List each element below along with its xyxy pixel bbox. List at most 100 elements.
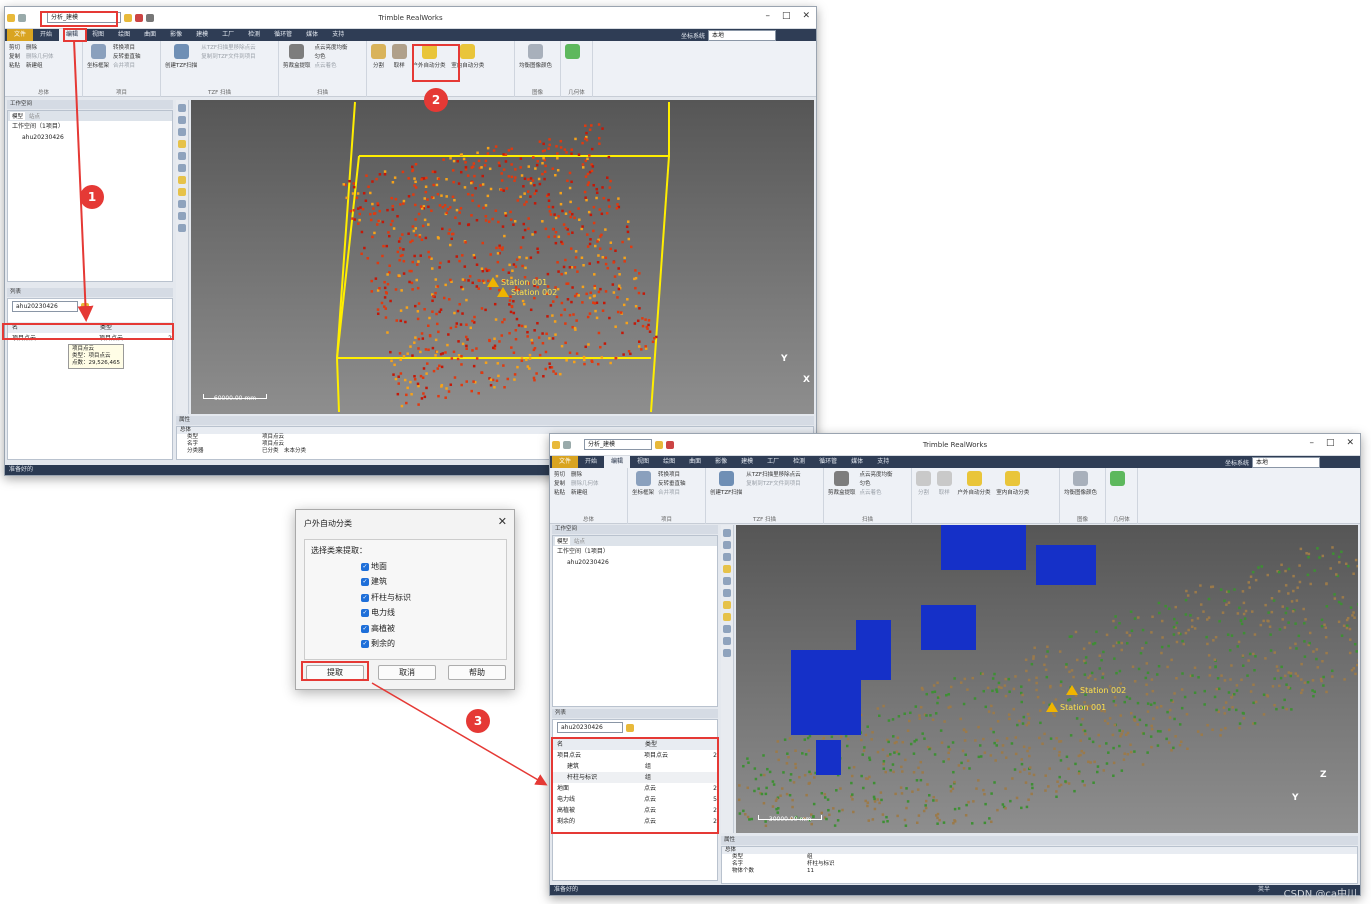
cut-button[interactable]: 剪切 [554,471,565,480]
delete-geometry-button[interactable]: 删除几何体 [26,53,54,62]
intensity-balance-button[interactable]: 点云亮度均衡 [315,44,348,53]
tab-plant[interactable]: 工厂 [215,29,241,41]
col-type[interactable]: 类型 [645,739,715,750]
tab-support[interactable]: 支持 [870,456,896,468]
point-cloud-viewer[interactable]: Station 002 Station 001 30000.00 mm Z Y [736,525,1358,833]
tab-surface[interactable]: 曲面 [682,456,708,468]
even-color-button[interactable]: 匀色 [860,480,893,489]
checkbox-building[interactable]: ✓ 建筑 [361,576,387,587]
box-extract-button[interactable]: 剪裁盒提取 [283,44,311,71]
tab-inspect[interactable]: 检测 [241,29,267,41]
tab-model[interactable]: 建模 [734,456,760,468]
copy-button[interactable]: 复制 [554,480,565,489]
col-name[interactable]: 名 [8,322,100,333]
balance-image-color-button[interactable]: 均衡图像颜色 [519,44,552,69]
transform-project-button[interactable]: 转换项目 [658,471,686,480]
list-item[interactable]: 建筑组 [553,761,717,772]
remove-from-tzf-button[interactable]: 从TZF扫描里移除点云 [746,471,800,480]
point-cloud-viewer[interactable]: Station 001 Station 002 60000.00 mm Y X [191,100,814,414]
station-marker[interactable]: Station 002 [1066,685,1126,695]
checkbox-ground[interactable]: ✓ 地面 [361,561,387,572]
merge-project-button[interactable]: 合并项目 [658,489,686,498]
copy-button[interactable]: 复制 [9,53,20,62]
flip-axis-button[interactable]: 反转垂直轴 [658,480,686,489]
merge-project-button[interactable]: 合并项目 [113,62,141,71]
coord-system-combo[interactable]: 本地 [708,30,776,41]
outdoor-classify-button[interactable]: 户外自动分类 [413,44,446,69]
cancel-button[interactable]: 取消 [378,665,436,680]
create-tzf-button[interactable]: 创建TZF扫描 [165,44,197,69]
folder-icon[interactable] [626,723,634,732]
station-marker[interactable]: Station 001 [1046,702,1106,712]
list-item[interactable]: 剩余的 点云 2 [553,816,717,827]
flip-axis-button[interactable]: 反转垂直轴 [113,53,141,62]
tab-plant[interactable]: 工厂 [760,456,786,468]
tab-media[interactable]: 媒体 [844,456,870,468]
box-extract-button[interactable]: 剪裁盒提取 [828,471,856,498]
balance-image-color-button[interactable]: 均衡图像颜色 [1064,471,1097,496]
tab-surface[interactable]: 曲面 [137,29,163,41]
checkbox-remaining[interactable]: ✓ 剩余的 [361,638,395,649]
list-project-combo[interactable]: ahu20230426 [12,301,78,312]
even-color-button[interactable]: 匀色 [315,53,348,62]
tab-edit[interactable]: 编辑 [59,29,86,41]
extract-button[interactable]: 提取 [306,665,364,680]
tab-view[interactable]: 视图 [85,29,111,41]
tab-stations[interactable]: 站点 [27,112,42,120]
project-node[interactable]: ahu20230426 [567,559,609,566]
delete-geometry-button[interactable]: 删除几何体 [571,480,599,489]
station-marker[interactable]: Station 002 [497,287,557,297]
tab-file[interactable]: 文件 [552,456,579,468]
tab-view[interactable]: 视图 [630,456,656,468]
tab-model-tree[interactable]: 模型 [10,112,26,120]
coord-system-combo[interactable]: 本地 [1252,457,1320,468]
tab-stations[interactable]: 站点 [572,537,587,545]
col-type[interactable]: 类型 [100,322,170,333]
sample-button[interactable]: 取样 [936,471,952,496]
checkbox-high-vegetation[interactable]: ✓ 高植被 [361,623,395,634]
tab-file[interactable]: 文件 [7,29,34,41]
workspace-root[interactable]: 工作空间（1项目） [557,548,609,555]
coordinate-frame-button[interactable]: 坐标框架 [87,44,109,71]
project-node[interactable]: ahu20230426 [22,134,64,141]
tab-draw[interactable]: 绘图 [111,29,137,41]
geometry-button[interactable] [565,44,580,61]
tab-image[interactable]: 影像 [708,456,734,468]
colorize-button[interactable]: 点云着色 [315,62,348,71]
list-item[interactable]: 电力线 点云 5 [553,794,717,805]
checkbox-poles-signs[interactable]: ✓ 杆柱与标识 [361,592,411,603]
close-icon[interactable]: ✕ [802,11,810,21]
tab-model-tree[interactable]: 模型 [555,537,571,545]
transform-project-button[interactable]: 转换项目 [113,44,141,53]
checkbox-power-lines[interactable]: ✓ 电力线 [361,607,395,618]
close-icon[interactable]: ✕ [1346,438,1354,448]
tab-start[interactable]: 开始 [578,456,604,468]
maximize-icon[interactable]: □ [782,11,791,21]
copy-tzf-button[interactable]: 复制到TZF文件到项目 [201,53,255,62]
paste-button[interactable]: 粘贴 [9,62,20,71]
maximize-icon[interactable]: □ [1326,438,1335,448]
delete-button[interactable]: 删除 [26,44,54,53]
folder-icon[interactable] [81,302,89,311]
delete-button[interactable]: 删除 [571,471,599,480]
station-marker[interactable]: Station 001 [487,277,547,287]
tab-model[interactable]: 建模 [189,29,215,41]
list-item[interactable]: 高植被 点云 2 [553,805,717,816]
tab-start[interactable]: 开始 [33,29,59,41]
indoor-classify-button[interactable]: 室内自动分类 [996,471,1029,496]
tab-pipe[interactable]: 循环管 [812,456,844,468]
copy-tzf-button[interactable]: 复制到TZF文件到项目 [746,480,800,489]
remove-from-tzf-button[interactable]: 从TZF扫描里移除点云 [201,44,255,53]
paste-button[interactable]: 粘贴 [554,489,565,498]
tab-pipe[interactable]: 循环管 [267,29,299,41]
segment-button[interactable]: 分割 [916,471,931,496]
minimize-icon[interactable]: – [765,11,770,21]
list-item[interactable]: 地面 点云 2 [553,783,717,794]
tab-draw[interactable]: 绘图 [656,456,682,468]
colorize-button[interactable]: 点云着色 [860,489,893,498]
new-group-button[interactable]: 新建组 [571,489,599,498]
indoor-classify-button[interactable]: 室内自动分类 [451,44,484,69]
geometry-button[interactable] [1110,471,1125,488]
tab-inspect[interactable]: 检测 [786,456,812,468]
minimize-icon[interactable]: – [1309,438,1314,448]
